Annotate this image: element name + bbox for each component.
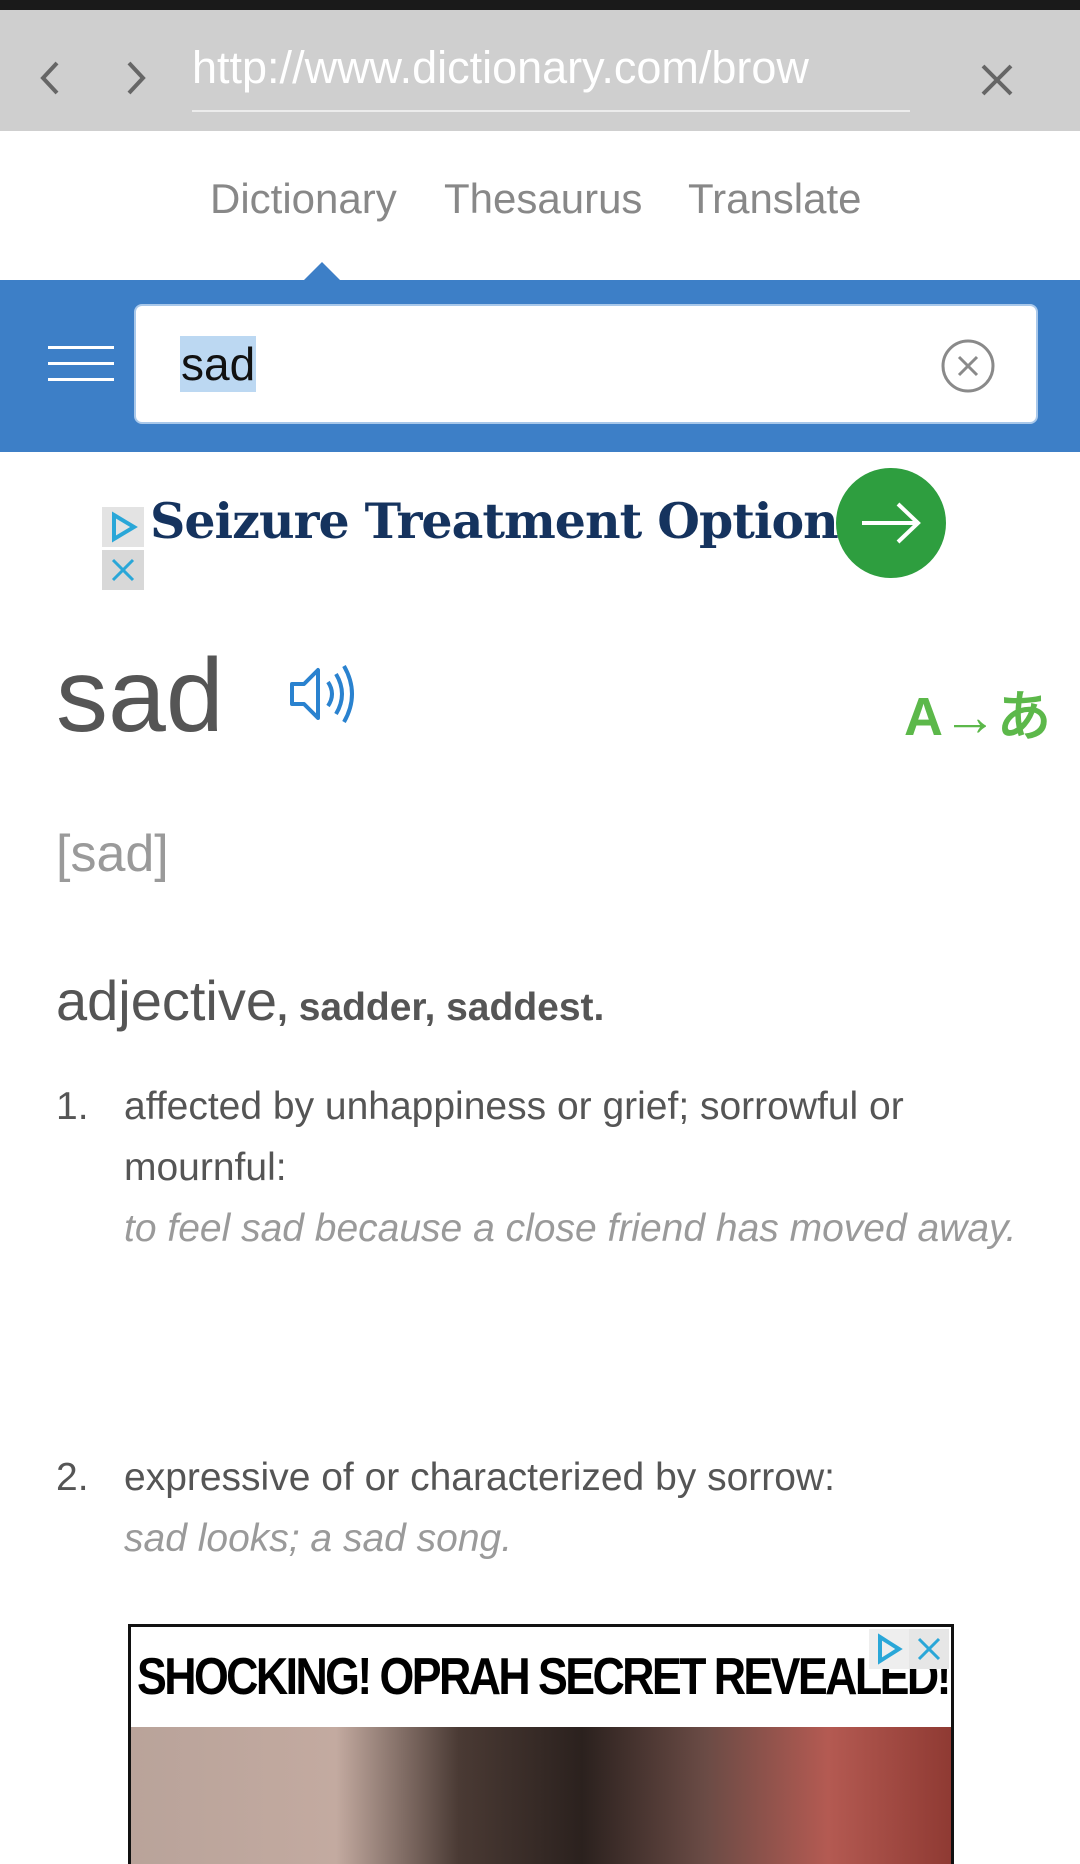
status-strip [0, 0, 1080, 10]
pronunciation: [sad] [56, 825, 169, 883]
speaker-icon[interactable] [286, 656, 362, 732]
close-icon [917, 1637, 941, 1661]
close-icon [981, 64, 1013, 96]
definition-number: 1. [56, 1085, 89, 1128]
part-of-speech-line: adjective, sadder, saddest. [56, 968, 604, 1033]
definition-example: sad looks; a sad song. [124, 1517, 513, 1560]
ad-close-button[interactable] [909, 1629, 949, 1669]
definition-text: affected by unhappiness or grief; sorrow… [124, 1085, 904, 1189]
adchoices-icon[interactable] [869, 1629, 909, 1669]
hamburger-menu-icon[interactable] [48, 346, 114, 386]
adchoices-icon[interactable] [102, 507, 144, 547]
ad-close-button[interactable] [102, 550, 144, 590]
definition-text: expressive of or characterized by sorrow… [124, 1456, 835, 1499]
ad-photo[interactable] [131, 1727, 951, 1864]
ad-headline[interactable]: Seizure Treatment Options » [150, 492, 911, 550]
definition-number: 2. [56, 1456, 89, 1499]
definition-example: to feel sad because a close friend has m… [124, 1207, 1017, 1250]
url-field[interactable]: http://www.dictionary.com/brow [192, 32, 910, 112]
active-tab-indicator [304, 262, 340, 280]
section-tabs: Dictionary Thesaurus Translate [0, 131, 1080, 280]
arrow-right-icon [862, 502, 921, 544]
browser-toolbar: http://www.dictionary.com/brow [0, 10, 1080, 131]
close-icon [111, 558, 135, 582]
search-input[interactable]: sad [134, 304, 1038, 424]
inflections: , sadder, saddest. [277, 986, 605, 1029]
tab-thesaurus[interactable]: Thesaurus [444, 175, 642, 223]
chevron-left-icon [40, 61, 59, 95]
translate-button[interactable]: A→あ [904, 672, 1051, 751]
tab-translate[interactable]: Translate [688, 175, 862, 223]
entry-word: sad [56, 638, 224, 754]
clear-circle-icon[interactable] [940, 338, 996, 394]
search-input-value: sad [180, 336, 257, 392]
chevron-right-icon [127, 61, 146, 95]
forward-button[interactable] [114, 48, 158, 108]
ad-banner-bottom[interactable]: SHOCKING! OPRAH SECRET REVEALED! [128, 1624, 954, 1864]
close-page-button[interactable] [972, 50, 1022, 110]
definition-item: 2. expressive of or characterized by sor… [56, 1447, 1036, 1577]
back-button[interactable] [28, 48, 72, 108]
tab-dictionary[interactable]: Dictionary [210, 175, 397, 223]
definition-item: 1. affected by unhappiness or grief; sor… [56, 1076, 1036, 1326]
search-bar: sad [0, 280, 1080, 452]
ad-go-button[interactable] [836, 468, 946, 578]
part-of-speech: adjective [56, 969, 278, 1032]
ad-bottom-headline[interactable]: SHOCKING! OPRAH SECRET REVEALED! [137, 1647, 951, 1707]
ad-banner-top[interactable]: Seizure Treatment Options » [100, 462, 960, 592]
